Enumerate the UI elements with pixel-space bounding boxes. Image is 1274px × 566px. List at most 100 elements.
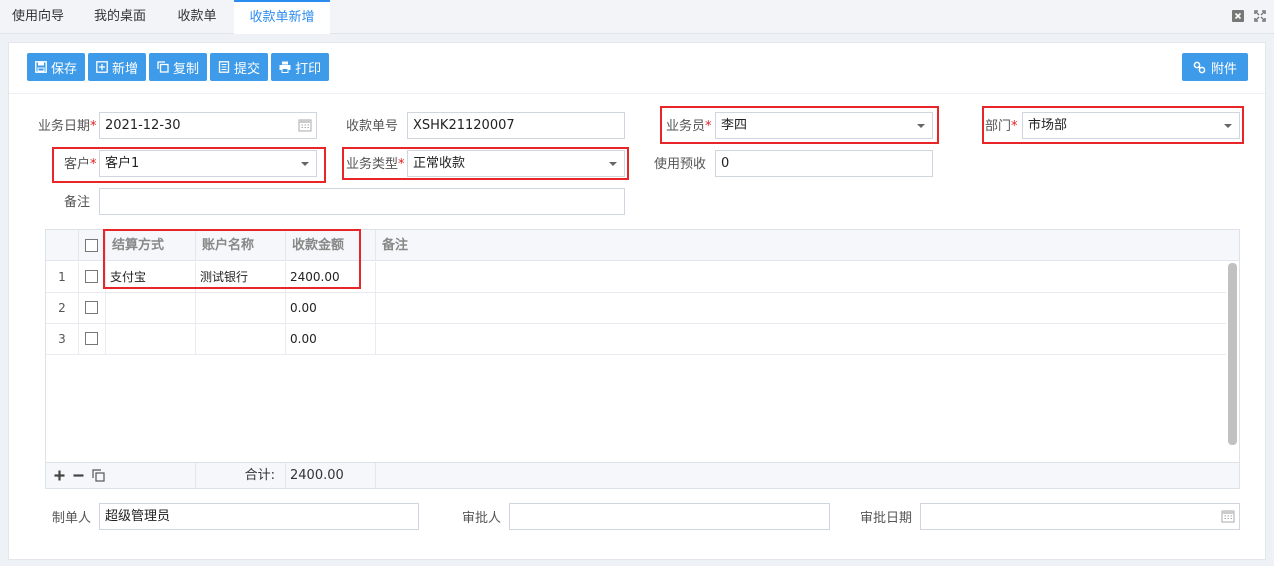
maker-label: 制单人 xyxy=(52,511,92,526)
row-number: 2 xyxy=(46,293,79,324)
salesman-select[interactable]: 李四 xyxy=(715,112,933,139)
toolbar: 保存 新增 复制 提交 打印 xyxy=(27,53,330,81)
account-cell[interactable]: 测试银行 xyxy=(196,262,286,293)
chevron-down-icon xyxy=(1224,124,1232,128)
tab-receipt-new[interactable]: 收款单新增 xyxy=(234,0,330,34)
submit-button[interactable]: 提交 xyxy=(210,53,269,81)
prepaid-value: 0 xyxy=(721,156,730,171)
customer-value: 客户1 xyxy=(105,156,140,171)
biz-date-field[interactable]: 2021-12-30 xyxy=(99,112,317,139)
print-icon xyxy=(279,61,291,73)
remark-cell[interactable] xyxy=(376,293,1226,324)
add-label: 新增 xyxy=(112,61,139,77)
col-amount-header[interactable]: 收款金额 xyxy=(286,230,376,261)
remark-field[interactable] xyxy=(99,188,625,215)
required-mark: * xyxy=(398,157,405,172)
account-cell[interactable] xyxy=(196,293,286,324)
remove-row-icon[interactable] xyxy=(73,470,84,481)
label-text: 客户 xyxy=(64,157,91,172)
remark-label: 备注 xyxy=(64,195,91,210)
chevron-down-icon xyxy=(917,124,925,128)
add-button[interactable]: 新增 xyxy=(88,53,147,81)
row-tools xyxy=(46,463,196,488)
table-row[interactable]: 3 0.00 xyxy=(46,324,1226,355)
rownum-header xyxy=(46,230,79,261)
remark-cell[interactable] xyxy=(376,262,1226,293)
method-cell[interactable] xyxy=(106,293,196,324)
table-row[interactable]: 1 支付宝 测试银行 2400.00 xyxy=(46,262,1226,293)
required-mark: * xyxy=(90,119,97,134)
col-remark-header[interactable]: 备注 xyxy=(376,230,1239,261)
grid-header: 结算方式 账户名称 收款金额 备注 xyxy=(46,230,1239,261)
receipt-form-panel: 保存 新增 复制 提交 打印 附件 业务日期* 2021-12-30 收款单号 … xyxy=(8,42,1266,560)
chevron-down-icon xyxy=(301,162,309,166)
save-button[interactable]: 保存 xyxy=(27,53,86,81)
total-value: 2400.00 xyxy=(286,463,376,488)
prepaid-field[interactable]: 0 xyxy=(715,150,933,177)
maker-field[interactable]: 超级管理员 xyxy=(99,503,419,530)
tab-label: 收款单新增 xyxy=(249,10,315,25)
doc-no-label: 收款单号 xyxy=(346,119,399,134)
copy-label: 复制 xyxy=(173,61,200,77)
row-checkbox[interactable] xyxy=(85,332,98,345)
print-button[interactable]: 打印 xyxy=(271,53,330,81)
grid-scrollbar[interactable] xyxy=(1228,263,1237,445)
tab-desktop[interactable]: 我的桌面 xyxy=(80,0,160,34)
row-checkbox[interactable] xyxy=(85,301,98,314)
required-mark: * xyxy=(705,119,712,134)
link-icon xyxy=(1193,61,1206,73)
fullscreen-icon[interactable] xyxy=(1254,10,1266,22)
label-text: 业务员 xyxy=(666,119,706,134)
row-checkbox[interactable] xyxy=(85,270,98,283)
salesman-label: 业务员* xyxy=(666,119,712,135)
add-icon xyxy=(96,61,108,73)
doc-no-field[interactable]: XSHK21120007 xyxy=(407,112,625,139)
method-cell[interactable] xyxy=(106,324,196,355)
receipt-lines-grid: 结算方式 账户名称 收款金额 备注 1 支付宝 测试银行 2400.00 2 0… xyxy=(45,229,1240,489)
tab-receipt-list[interactable]: 收款单 xyxy=(164,0,230,34)
approve-date-field[interactable] xyxy=(920,503,1240,530)
tab-label: 我的桌面 xyxy=(93,9,146,24)
dept-label: 部门* xyxy=(985,119,1018,135)
add-row-icon[interactable] xyxy=(54,470,65,481)
approve-date-label: 审批日期 xyxy=(860,511,913,526)
tab-bar: 使用向导 我的桌面 收款单 收款单新增 xyxy=(0,0,1274,34)
row-number: 1 xyxy=(46,262,79,293)
col-account-header[interactable]: 账户名称 xyxy=(196,230,286,261)
biz-type-label: 业务类型* xyxy=(346,157,405,173)
chevron-down-icon xyxy=(609,162,617,166)
salesman-value: 李四 xyxy=(721,118,748,133)
customer-label: 客户* xyxy=(64,157,97,173)
biz-type-select[interactable]: 正常收款 xyxy=(407,150,625,177)
select-all-checkbox[interactable] xyxy=(85,239,98,252)
copy-row-icon[interactable] xyxy=(92,469,105,482)
maker-value: 超级管理员 xyxy=(105,509,171,524)
label-text: 业务类型 xyxy=(346,157,399,172)
amount-cell[interactable]: 0.00 xyxy=(286,293,376,324)
amount-cell[interactable]: 0.00 xyxy=(286,324,376,355)
amount-cell[interactable]: 2400.00 xyxy=(286,262,376,293)
table-row[interactable]: 2 0.00 xyxy=(46,293,1226,324)
remark-cell[interactable] xyxy=(376,324,1226,355)
col-method-header[interactable]: 结算方式 xyxy=(106,230,196,261)
customer-select[interactable]: 客户1 xyxy=(99,150,317,177)
approver-field[interactable] xyxy=(509,503,830,530)
tab-label: 收款单 xyxy=(177,9,217,24)
calendar-icon[interactable] xyxy=(1221,509,1235,523)
close-tab-icon[interactable] xyxy=(1232,10,1244,22)
tab-label: 使用向导 xyxy=(11,9,64,24)
required-mark: * xyxy=(90,157,97,172)
biz-date-label: 业务日期* xyxy=(38,119,97,135)
attach-label: 附件 xyxy=(1210,61,1237,77)
print-label: 打印 xyxy=(295,61,322,77)
doc-no-value: XSHK21120007 xyxy=(413,118,515,133)
account-cell[interactable] xyxy=(196,324,286,355)
biz-type-value: 正常收款 xyxy=(413,156,466,171)
attach-button[interactable]: 附件 xyxy=(1182,53,1248,81)
copy-button[interactable]: 复制 xyxy=(149,53,208,81)
tab-guide[interactable]: 使用向导 xyxy=(0,0,76,34)
dept-select[interactable]: 市场部 xyxy=(1022,112,1240,139)
label-text: 业务日期 xyxy=(38,119,91,134)
calendar-icon[interactable] xyxy=(298,118,312,132)
method-cell[interactable]: 支付宝 xyxy=(106,262,196,293)
